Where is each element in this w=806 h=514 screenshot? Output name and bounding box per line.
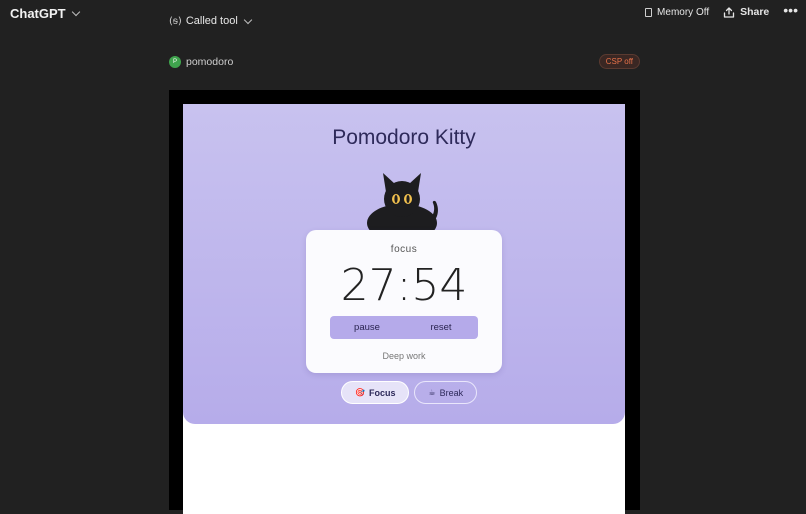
- tab-focus-label: Focus: [368, 387, 396, 398]
- tab-focus[interactable]: 🎯 Focus: [341, 381, 410, 404]
- coffee-icon: ☕: [428, 388, 436, 397]
- reset-button[interactable]: reset: [404, 316, 478, 339]
- tool-call-header: P pomodoro CSP off: [169, 54, 640, 70]
- top-bar: ChatGPT (ᵴ) Called tool Memory Off Share…: [0, 0, 806, 28]
- chevron-down-icon: [71, 7, 80, 17]
- more-options-icon[interactable]: •••: [783, 2, 798, 18]
- timer-panel: focus 27:54 pause reset Deep work: [306, 230, 502, 373]
- timer-controls: pause reset: [330, 316, 478, 339]
- session-label: Deep work: [382, 351, 426, 361]
- csp-badge: CSP off: [598, 54, 640, 69]
- tab-break[interactable]: ☕ Break: [414, 381, 478, 404]
- pomodoro-card: Pomodoro Kitty focus 27:54 pause reset D…: [183, 104, 625, 424]
- mode-tabs: 🎯 Focus ☕ Break: [341, 381, 478, 404]
- widget-title: Pomodoro Kitty: [332, 126, 476, 149]
- memory-label: Memory Off: [657, 6, 710, 18]
- share-icon: [723, 6, 735, 18]
- share-button[interactable]: Share: [723, 6, 769, 18]
- timer-display: 27:54: [340, 260, 468, 311]
- timer-mode: focus: [390, 244, 418, 255]
- header-actions: Memory Off Share •••: [645, 2, 798, 18]
- chevron-down-icon: [243, 15, 253, 24]
- pause-button[interactable]: pause: [330, 316, 404, 339]
- share-label: Share: [740, 6, 770, 18]
- target-icon: 🎯: [355, 388, 365, 397]
- tool-name: pomodoro: [186, 56, 234, 68]
- memory-icon: [645, 7, 653, 17]
- called-tool-toggle[interactable]: (ᵴ) Called tool: [169, 15, 253, 27]
- tool-icon: (ᵴ): [169, 15, 182, 27]
- tool-badge: P: [169, 56, 181, 68]
- memory-button[interactable]: Memory Off: [645, 7, 709, 18]
- brand-label: ChatGPT: [10, 6, 66, 21]
- model-selector[interactable]: ChatGPT: [10, 6, 80, 21]
- called-tool-label: Called tool: [185, 15, 238, 27]
- tab-break-label: Break: [439, 387, 464, 398]
